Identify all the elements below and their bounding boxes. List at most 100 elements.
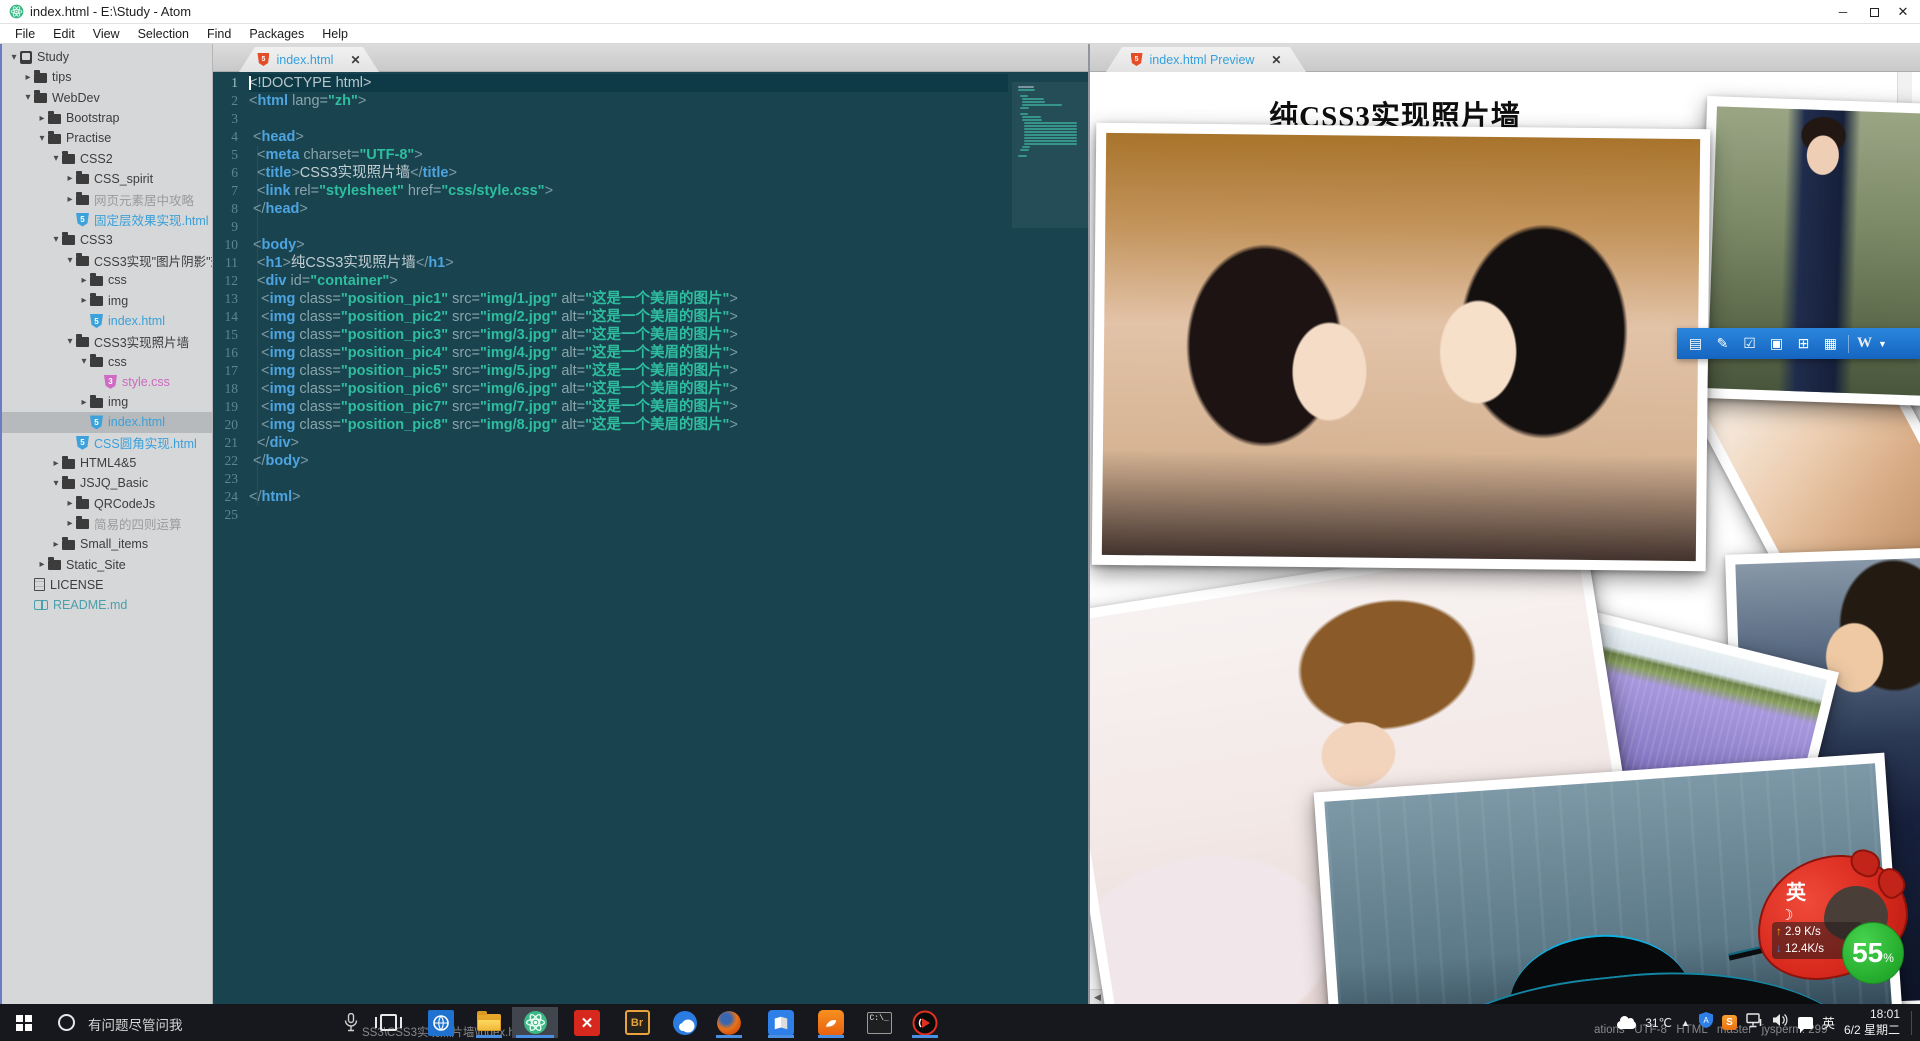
maximize-button[interactable] [1861,0,1887,24]
save-icon[interactable]: ▣ [1763,335,1790,352]
sogou-ime-icon[interactable]: S [1721,1015,1737,1030]
code-line[interactable]: <html lang="zh"> [249,92,1008,110]
close-tab-icon[interactable]: ✕ [1271,53,1281,67]
tree-item[interactable]: ▾ CSS2 [2,148,212,168]
menu-selection[interactable]: Selection [129,27,198,41]
code-line[interactable]: <img class="position_pic6" src="img/6.jp… [249,380,1008,398]
tree-item[interactable]: 5 index.html [2,311,212,331]
tree-item[interactable]: 5 固定层效果实现.html [2,209,212,229]
code-line[interactable] [249,110,1008,128]
weather-cloud-icon[interactable] [1617,1016,1637,1029]
code-line[interactable] [249,470,1008,488]
network-icon[interactable] [1746,1012,1763,1033]
tree-item[interactable]: ▸ 简易的四则运算 [2,514,212,534]
chevron-right-icon[interactable]: ▸ [36,113,48,124]
code-line[interactable]: </body> [249,452,1008,470]
tree-item[interactable]: ▸ HTML4&5 [2,453,212,473]
code-line[interactable]: <meta charset="UTF-8"> [249,146,1008,164]
firefox-icon[interactable] [712,1007,746,1038]
minimap[interactable] [1012,72,1088,1004]
chevron-right-icon[interactable]: ▸ [50,458,62,469]
chevron-right-icon[interactable]: ▸ [64,498,76,509]
tree-item[interactable]: ▸ img [2,291,212,311]
tree-item[interactable]: ▾ Practise [2,128,212,148]
code-line[interactable]: <body> [249,236,1008,254]
code-line[interactable]: </html> [249,488,1008,506]
chevron-up-icon[interactable]: ▲ [1681,1018,1690,1028]
chevron-right-icon[interactable]: ▸ [22,72,34,83]
chevron-down-icon[interactable]: ▾ [50,153,62,164]
code-line[interactable]: </div> [249,434,1008,452]
terminal-icon[interactable]: C:\_ [862,1007,896,1038]
menu-packages[interactable]: Packages [240,27,313,41]
calendar-icon[interactable]: ▦ [1817,335,1844,352]
file-explorer-icon[interactable] [472,1007,506,1038]
code-line[interactable]: <img class="position_pic3" src="img/3.jp… [249,326,1008,344]
atom-icon[interactable] [512,1007,558,1038]
clipboard-check-icon[interactable]: ☑ [1736,335,1763,352]
word-button[interactable]: W [1857,335,1872,352]
chevron-right-icon[interactable]: ▸ [64,518,76,529]
code-line[interactable]: <img class="position_pic7" src="img/7.jp… [249,398,1008,416]
dictionary-app-icon[interactable] [764,1007,798,1038]
code-line[interactable]: <img class="position_pic5" src="img/5.jp… [249,362,1008,380]
chevron-down-icon[interactable]: ▼ [1878,339,1887,349]
tree-item[interactable]: ▾ CSS3实现"图片阴影"效果 [2,250,212,270]
chevron-down-icon[interactable]: ▾ [64,336,76,347]
code-line[interactable]: <img class="position_pic4" src="img/4.jp… [249,344,1008,362]
code-line[interactable]: <h1>纯CSS3实现照片墙</h1> [249,254,1008,272]
chevron-down-icon[interactable]: ▾ [8,52,20,63]
code-line[interactable] [249,506,1008,524]
chevron-right-icon[interactable]: ▸ [78,397,90,408]
tree-item[interactable]: ▾ WebDev [2,88,212,108]
tree-item[interactable]: ▸ QRCodeJs [2,494,212,514]
tree-item[interactable]: ▸ css [2,270,212,290]
ime-language-badge[interactable]: 英 [1822,1013,1835,1032]
code-line[interactable]: <div id="container"> [249,272,1008,290]
code-line[interactable]: <img class="position_pic8" src="img/8.jp… [249,416,1008,434]
chevron-right-icon[interactable]: ▸ [64,194,76,205]
blue-circle-browser-icon[interactable] [668,1007,702,1038]
tree-item[interactable]: ▸ Static_Site [2,554,212,574]
chevron-down-icon[interactable]: ▾ [78,356,90,367]
red-x-app-icon[interactable]: ✕ [570,1007,604,1038]
memory-percent-ball[interactable]: 55% [1842,922,1904,984]
start-button[interactable] [0,1004,48,1041]
memo-clock-icon[interactable]: ▤ [1682,335,1709,352]
message-icon[interactable] [1797,1016,1813,1033]
tree-item[interactable]: ▾ Study [2,47,212,67]
chevron-down-icon[interactable]: ▾ [50,478,62,489]
tree-item[interactable]: ▸ CSS_spirit [2,169,212,189]
chevron-right-icon[interactable]: ▸ [50,539,62,550]
chevron-down-icon[interactable]: ▾ [22,92,34,103]
menu-edit[interactable]: Edit [44,27,84,41]
tree-item[interactable]: README.md [2,595,212,615]
close-button[interactable]: ✕ [1890,0,1916,24]
code-line[interactable]: <img class="position_pic1" src="img/1.jp… [249,290,1008,308]
adobe-bridge-icon[interactable]: Br [620,1007,654,1038]
save-plus-icon[interactable]: ⊞ [1790,335,1817,352]
tree-item[interactable]: ▾ CSS3实现照片墙 [2,331,212,351]
note-edit-icon[interactable]: ✎ [1709,335,1736,352]
code-line[interactable] [249,218,1008,236]
code-line[interactable]: <head> [249,128,1008,146]
code-area[interactable]: <!DOCTYPE html> <html lang="zh"> <head> <… [249,74,1008,524]
uc-browser-icon[interactable] [814,1007,848,1038]
tree-item[interactable]: ▸ img [2,392,212,412]
tree-item[interactable]: ▾ CSS3 [2,230,212,250]
tree-item[interactable]: ▸ tips [2,67,212,87]
chevron-down-icon[interactable]: ▾ [64,255,76,266]
chevron-right-icon[interactable]: ▸ [78,275,90,286]
code-line[interactable]: </head> [249,200,1008,218]
cortana-icon[interactable] [58,1014,75,1031]
net-speed-ball[interactable]: 英 ☽ ↑ 2.9 K/s ↓ 12.4K/s 55% [1748,845,1916,988]
code-line[interactable]: <img class="position_pic2" src="img/2.jp… [249,308,1008,326]
security-shield-icon[interactable]: A [1698,1012,1713,1033]
code-line[interactable]: <title>CSS3实现照片墙</title> [249,164,1008,182]
close-tab-icon[interactable]: ✕ [350,53,360,67]
potplayer-icon[interactable] [908,1007,942,1038]
tree-item[interactable]: ▸ 网页元素居中攻略 [2,189,212,209]
menu-view[interactable]: View [84,27,129,41]
chevron-right-icon[interactable]: ▸ [64,173,76,184]
chevron-down-icon[interactable]: ▾ [36,133,48,144]
